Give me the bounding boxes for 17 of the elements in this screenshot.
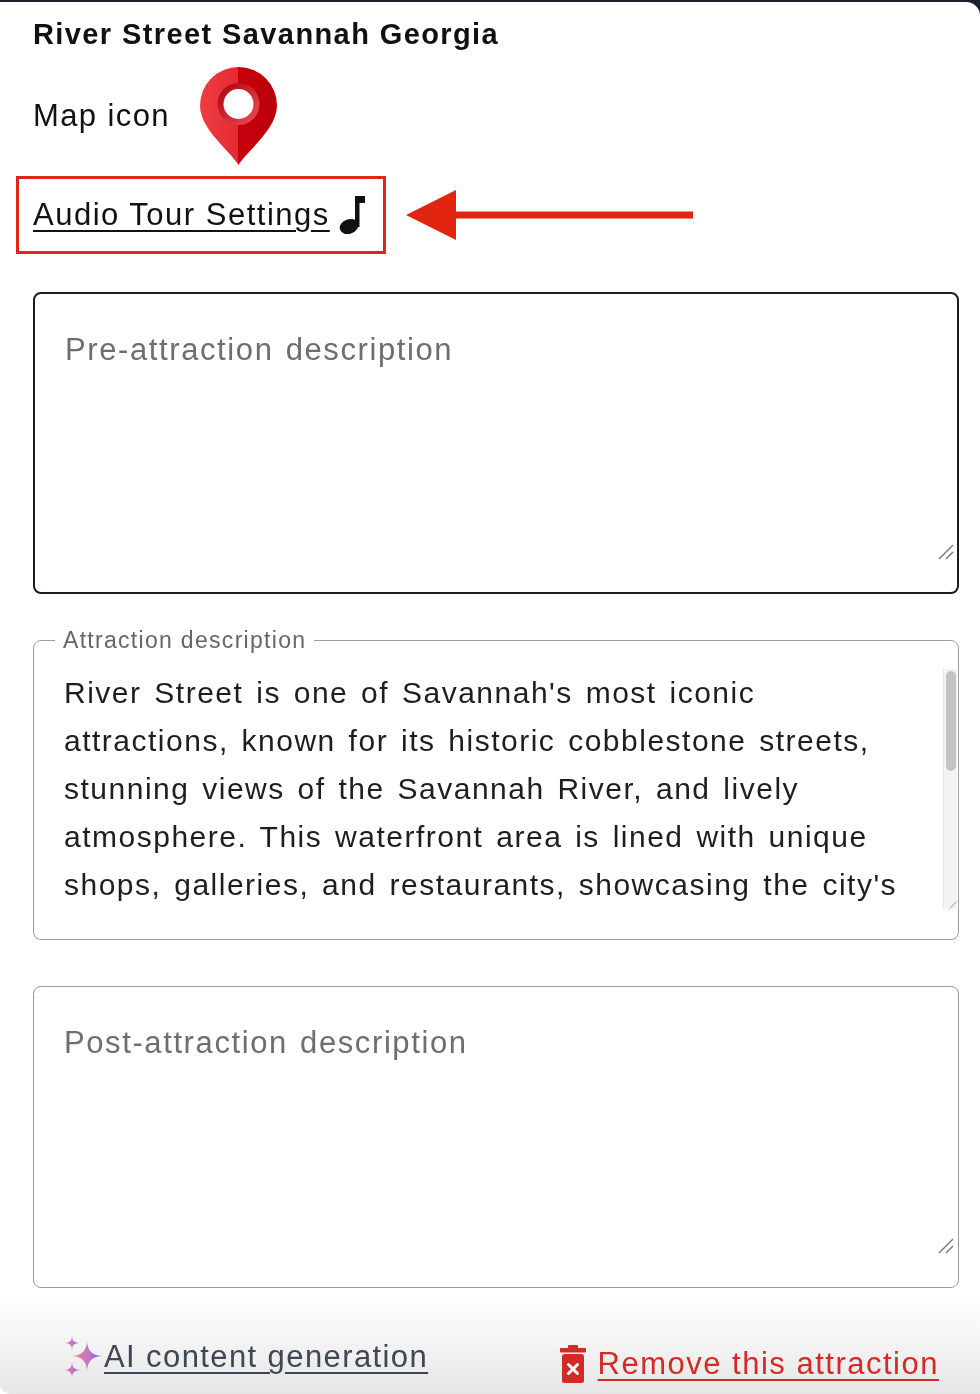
resize-handle-icon[interactable] [938,544,954,560]
music-note-icon [338,196,365,234]
resize-handle-icon[interactable] [948,901,957,909]
ai-content-generation-link[interactable]: AI content generation [63,1336,429,1378]
scrollbar-thumb[interactable] [945,671,956,771]
audio-tour-settings-link[interactable]: Audio Tour Settings [33,196,365,234]
map-pin-icon [200,67,277,165]
trash-icon [559,1345,586,1383]
field-label: Attraction description [63,627,307,653]
description-field[interactable] [33,628,959,940]
attraction-title: River Street Savannah Georgia [33,17,500,52]
description-field[interactable]: Pre-attraction description [33,292,959,594]
description-field[interactable]: Post-attraction description [33,986,959,1288]
description-text: River Street is one of Savannah's most iconic attractions, known for its historic cobblestone streets, stunning views of the Savannah River, and lively atmosphere. This waterfront area is lined with unique shops, galleries, and restaurants, showcasing the city's [64,675,899,903]
map-icon-label: Map icon [33,98,170,134]
resize-handle-icon[interactable] [938,1238,954,1254]
remove-attraction-link[interactable]: Remove this attraction [559,1344,939,1384]
